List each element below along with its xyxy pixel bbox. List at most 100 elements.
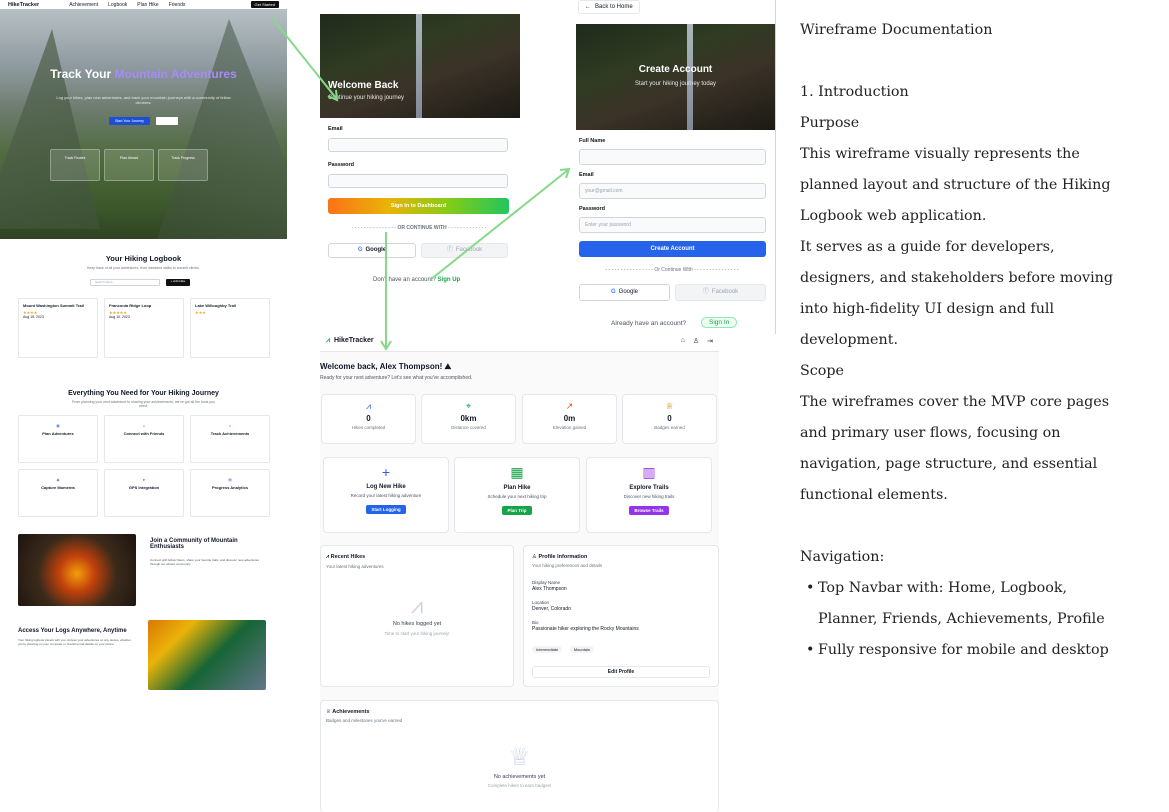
edit-profile-button[interactable]: Edit Profile [532,666,710,678]
hike-card[interactable]: Franconia Ridge Loop ★★★★★ Aug 10, 2023 [104,298,184,358]
no-hikes-text: No hikes logged yet [392,621,442,627]
doc-scope-line: functional elements. [800,487,948,503]
start-logging-button[interactable]: Start Logging [366,505,406,514]
achievements-title: ♕ Achievements [326,709,370,715]
dashboard-brand[interactable]: HikeTracker [334,337,374,344]
back-to-home-button[interactable]: ← Back to Home [578,0,640,14]
nav-item-plan-hike[interactable]: Plan Hike [137,2,158,8]
community-section: Join a Community of Mountain Enthusiasts… [18,532,268,612]
doc-scope-heading: Scope [800,363,845,379]
signin-link-button[interactable]: Sign In [701,317,738,328]
home-icon[interactable]: ⌂ [681,337,685,345]
nav-item-friends[interactable]: Friends [169,2,186,8]
create-divider: - - - - - - - - - - - - - - - - Or Conti… [605,267,739,273]
add-hike-button[interactable]: + Add Hike [166,279,190,286]
trophy-icon: ♕ [326,709,331,715]
start-journey-button[interactable]: Start Your Journey [109,117,150,125]
calendar-icon: ▦ [510,464,524,480]
doc-purpose-line: Logbook web application. [800,208,987,224]
terrain-tag: Mountain [569,646,595,653]
hike-card[interactable]: Mount Washington Summit Trail ★★★★ Aug 15,… [18,298,98,358]
google-login-button[interactable]: G Google [328,243,416,258]
arrow-left-icon: ← [585,4,591,10]
create-password-input[interactable]: Enter your password [579,217,766,233]
login-password-input[interactable] [328,174,508,188]
display-name-label: Display Name [532,580,561,585]
browse-trails-button[interactable]: Browse Trails [629,506,669,515]
waterfall-shape [416,14,422,118]
doc-scope-line: and primary user flows, focusing on [800,425,1061,441]
stat-card-hikes: ⩘ 0 Hikes completed [321,394,416,444]
get-started-button[interactable]: Get Started [250,1,279,8]
landing-hero: Track Your Mountain Adventures Log your … [0,9,287,239]
doc-purpose-heading: Purpose [800,115,860,131]
logbook-section: Your Hiking Logbook Keep track of all yo… [0,240,287,375]
community-title: Join a Community of Mountain Enthusiasts [150,538,238,550]
action-card-plan-hike: ▦ Plan Hike Schedule your next hiking tr… [454,457,580,533]
doc-scope-line: navigation, page structure, and essentia… [800,456,1098,472]
doc-purpose-line: planned layout and structure of the Hiki… [800,177,1111,193]
landing-logo[interactable]: HikeTracker [8,2,39,8]
achievements-panel: ♕ Achievements Badges and milestones you… [320,700,719,812]
landing-navbar: HikeTracker Achievement Logbook Plan Hik… [0,0,287,9]
trending-up-icon: ↗ [565,401,574,411]
doc-purpose-line: into high-fidelity UI design and full [800,301,1055,317]
create-subtitle: Start your hiking journey today [634,81,717,87]
create-email-input[interactable]: your@gmail.com [579,183,766,199]
doc-navigation-list: Top Navbar with: Home, Logbook, Planner,… [800,573,1160,666]
stat-card-elevation: ↗ 0m Elevation gained [522,394,617,444]
fullname-label: Full Name [579,138,606,144]
feature-card: ☺ Connect with Friends [104,415,184,463]
login-page-preview: Welcome Back Continue your hiking journe… [320,14,520,296]
campfire-image [18,534,136,606]
logbook-search-input[interactable]: Search hikes... [90,279,160,286]
create-title: Create Account [638,64,713,75]
feature-card: ➤ GPS Integration [104,469,184,517]
fullname-input[interactable] [579,149,766,165]
mountain-icon: ⩘ [365,401,372,411]
login-subtitle: Continue your hiking journey [328,95,405,101]
google-icon: G [610,289,616,295]
action-card-explore-trails: ▥ Explore Trails Discover new hiking tra… [586,457,712,533]
plan-trip-button[interactable]: Plan Trip [502,506,532,515]
welcome-heading: Welcome back, Alex Thompson! ⛰ [320,362,452,371]
create-header-image: Create Account Start your hiking journey… [576,24,775,130]
google-signup-button[interactable]: G Google [579,284,670,301]
create-password-label: Password [579,206,605,212]
trophy-icon: ♕ [665,401,674,411]
doc-nav-bullet: Top Navbar with: Home, Logbook, [800,573,1160,604]
trophy-icon: ♕ [508,744,531,771]
profile-title: ♙ Profile Information [532,554,588,560]
signup-link[interactable]: Sign Up [438,277,461,283]
hike-card[interactable]: Lake Willoughby Trail ★★★ [190,298,270,358]
plus-icon: + [381,464,391,480]
mountain-shape [157,19,287,239]
map-reading-image [148,620,266,690]
logout-icon[interactable]: ⇥ [707,337,713,345]
nav-item-logbook[interactable]: Logbook [108,2,127,8]
hero-feature-card: Plan Ahead [104,149,154,181]
facebook-login-button[interactable]: ⓕ Facebook [421,243,508,258]
dashboard-navbar: ⩘ HikeTracker ⌂ ♙ ⇥ [320,330,719,352]
feature-card: ◉ Capture Moments [18,469,98,517]
access-text: Your hiking logbook travels with you. Ac… [18,638,131,646]
user-icon[interactable]: ♙ [693,337,699,345]
create-email-label: Email [579,172,594,178]
profile-panel: ♙ Profile Information Your hiking prefer… [523,545,719,687]
skill-tag: Intermediate [532,646,563,653]
sign-in-button[interactable]: Sign In to Dashboard [328,198,509,214]
achievements-subtitle: Badges and milestones you've earned [326,718,403,723]
facebook-signup-button[interactable]: ⓕ Facebook [675,284,766,301]
mountain-shape [0,29,100,229]
action-card-log-hike: + Log New Hike Record your latest hiking… [323,457,449,533]
user-icon: ♙ [532,554,537,560]
create-account-button[interactable]: Create Account [579,241,766,257]
wireframe-documentation: Wireframe Documentation 1. Introduction … [800,15,1160,695]
secondary-hero-button[interactable] [155,117,178,125]
doc-title: Wireframe Documentation [800,22,993,38]
nav-item-achievement[interactable]: Achievement [69,2,98,8]
login-header-image: Welcome Back Continue your hiking journe… [320,14,520,118]
login-email-input[interactable] [328,138,508,152]
logbook-subtitle: Keep track of all your adventures, from … [87,266,200,270]
waterfall-shape [687,24,694,130]
